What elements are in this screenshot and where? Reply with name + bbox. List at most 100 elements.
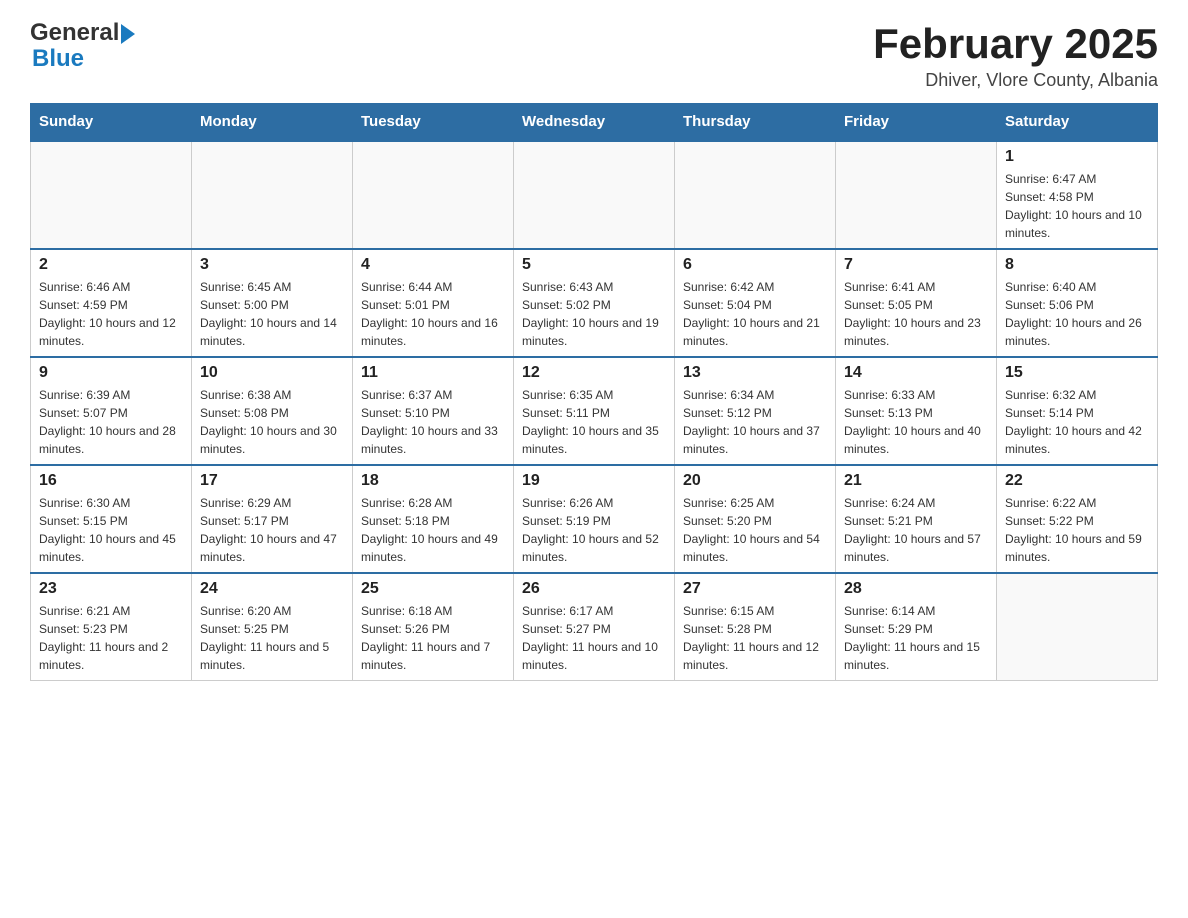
day-of-week-header: Tuesday [353,103,514,141]
day-sun-info: Sunrise: 6:35 AMSunset: 5:11 PMDaylight:… [522,386,666,458]
logo: General Blue [30,20,135,73]
day-number: 13 [683,364,827,382]
day-number: 3 [200,256,344,274]
logo-blue: Blue [32,46,135,72]
calendar-day-cell: 14 Sunrise: 6:33 AMSunset: 5:13 PMDayligh… [836,357,997,465]
day-number: 20 [683,472,827,490]
calendar-day-cell: 7 Sunrise: 6:41 AMSunset: 5:05 PMDaylight… [836,249,997,357]
calendar-day-cell [31,141,192,249]
calendar-day-cell: 2Sunrise: 6:46 AMSunset: 4:59 PMDaylight… [31,249,192,357]
day-number: 7 [844,256,988,274]
day-sun-info: Sunrise: 6:32 AMSunset: 5:14 PMDaylight:… [1005,386,1149,458]
calendar-week-row: 23 Sunrise: 6:21 AMSunset: 5:23 PMDayligh… [31,573,1158,681]
calendar-day-cell: 26 Sunrise: 6:17 AMSunset: 5:27 PMDayligh… [514,573,675,681]
calendar-day-cell: 3 Sunrise: 6:45 AMSunset: 5:00 PMDaylight… [192,249,353,357]
calendar-day-cell: 9 Sunrise: 6:39 AMSunset: 5:07 PMDaylight… [31,357,192,465]
day-number: 11 [361,364,505,382]
day-of-week-header: Saturday [997,103,1158,141]
day-number: 27 [683,580,827,598]
day-sun-info: Sunrise: 6:38 AMSunset: 5:08 PMDaylight:… [200,386,344,458]
day-of-week-header: Monday [192,103,353,141]
calendar-day-cell: 24 Sunrise: 6:20 AMSunset: 5:25 PMDayligh… [192,573,353,681]
calendar-day-cell: 25 Sunrise: 6:18 AMSunset: 5:26 PMDayligh… [353,573,514,681]
calendar-day-cell [514,141,675,249]
day-number: 6 [683,256,827,274]
day-number: 9 [39,364,183,382]
day-number: 15 [1005,364,1149,382]
calendar-day-cell: 16 Sunrise: 6:30 AMSunset: 5:15 PMDayligh… [31,465,192,573]
calendar-day-cell: 4 Sunrise: 6:44 AMSunset: 5:01 PMDaylight… [353,249,514,357]
day-sun-info: Sunrise: 6:42 AMSunset: 5:04 PMDaylight:… [683,278,827,350]
day-sun-info: Sunrise: 6:24 AMSunset: 5:21 PMDaylight:… [844,494,988,566]
calendar-day-cell: 21 Sunrise: 6:24 AMSunset: 5:21 PMDayligh… [836,465,997,573]
day-sun-info: Sunrise: 6:21 AMSunset: 5:23 PMDaylight:… [39,602,183,674]
logo-general: General [30,20,119,46]
calendar-week-row: 2Sunrise: 6:46 AMSunset: 4:59 PMDaylight… [31,249,1158,357]
day-number: 12 [522,364,666,382]
day-number: 1 [1005,148,1149,166]
day-sun-info: Sunrise: 6:14 AMSunset: 5:29 PMDaylight:… [844,602,988,674]
day-sun-info: Sunrise: 6:20 AMSunset: 5:25 PMDaylight:… [200,602,344,674]
calendar-header-row: SundayMondayTuesdayWednesdayThursdayFrid… [31,103,1158,141]
day-number: 21 [844,472,988,490]
day-sun-info: Sunrise: 6:43 AMSunset: 5:02 PMDaylight:… [522,278,666,350]
calendar-day-cell: 20Sunrise: 6:25 AMSunset: 5:20 PMDayligh… [675,465,836,573]
page-header: General Blue February 2025 Dhiver, Vlore… [30,20,1158,91]
calendar-day-cell: 22 Sunrise: 6:22 AMSunset: 5:22 PMDayligh… [997,465,1158,573]
calendar-day-cell: 23 Sunrise: 6:21 AMSunset: 5:23 PMDayligh… [31,573,192,681]
day-sun-info: Sunrise: 6:33 AMSunset: 5:13 PMDaylight:… [844,386,988,458]
day-sun-info: Sunrise: 6:45 AMSunset: 5:00 PMDaylight:… [200,278,344,350]
calendar-day-cell: 11 Sunrise: 6:37 AMSunset: 5:10 PMDayligh… [353,357,514,465]
calendar-day-cell: 13 Sunrise: 6:34 AMSunset: 5:12 PMDayligh… [675,357,836,465]
day-sun-info: Sunrise: 6:15 AMSunset: 5:28 PMDaylight:… [683,602,827,674]
day-sun-info: Sunrise: 6:17 AMSunset: 5:27 PMDaylight:… [522,602,666,674]
day-number: 14 [844,364,988,382]
day-number: 10 [200,364,344,382]
day-sun-info: Sunrise: 6:39 AMSunset: 5:07 PMDaylight:… [39,386,183,458]
calendar-week-row: 9 Sunrise: 6:39 AMSunset: 5:07 PMDaylight… [31,357,1158,465]
day-sun-info: Sunrise: 6:41 AMSunset: 5:05 PMDaylight:… [844,278,988,350]
calendar-day-cell: 5 Sunrise: 6:43 AMSunset: 5:02 PMDaylight… [514,249,675,357]
day-sun-info: Sunrise: 6:34 AMSunset: 5:12 PMDaylight:… [683,386,827,458]
calendar-day-cell: 10 Sunrise: 6:38 AMSunset: 5:08 PMDayligh… [192,357,353,465]
day-number: 28 [844,580,988,598]
day-number: 23 [39,580,183,598]
calendar-day-cell: 15 Sunrise: 6:32 AMSunset: 5:14 PMDayligh… [997,357,1158,465]
day-number: 16 [39,472,183,490]
calendar-day-cell [997,573,1158,681]
day-of-week-header: Wednesday [514,103,675,141]
day-number: 22 [1005,472,1149,490]
calendar-day-cell: 8 Sunrise: 6:40 AMSunset: 5:06 PMDaylight… [997,249,1158,357]
day-sun-info: Sunrise: 6:18 AMSunset: 5:26 PMDaylight:… [361,602,505,674]
day-number: 5 [522,256,666,274]
calendar-week-row: 1 Sunrise: 6:47 AMSunset: 4:58 PMDaylight… [31,141,1158,249]
calendar-title: February 2025 [873,20,1158,68]
day-sun-info: Sunrise: 6:29 AMSunset: 5:17 PMDaylight:… [200,494,344,566]
day-sun-info: Sunrise: 6:47 AMSunset: 4:58 PMDaylight:… [1005,170,1149,242]
calendar-day-cell [675,141,836,249]
day-number: 18 [361,472,505,490]
day-number: 25 [361,580,505,598]
title-block: February 2025 Dhiver, Vlore County, Alba… [873,20,1158,91]
day-number: 8 [1005,256,1149,274]
calendar-day-cell: 27 Sunrise: 6:15 AMSunset: 5:28 PMDayligh… [675,573,836,681]
day-number: 4 [361,256,505,274]
calendar-day-cell [192,141,353,249]
day-sun-info: Sunrise: 6:30 AMSunset: 5:15 PMDaylight:… [39,494,183,566]
day-number: 19 [522,472,666,490]
calendar-day-cell: 1 Sunrise: 6:47 AMSunset: 4:58 PMDaylight… [997,141,1158,249]
calendar-day-cell [353,141,514,249]
day-number: 26 [522,580,666,598]
day-sun-info: Sunrise: 6:28 AMSunset: 5:18 PMDaylight:… [361,494,505,566]
calendar-day-cell: 28 Sunrise: 6:14 AMSunset: 5:29 PMDayligh… [836,573,997,681]
day-of-week-header: Sunday [31,103,192,141]
day-sun-info: Sunrise: 6:37 AMSunset: 5:10 PMDaylight:… [361,386,505,458]
day-sun-info: Sunrise: 6:46 AMSunset: 4:59 PMDaylight:… [39,278,183,350]
day-sun-info: Sunrise: 6:44 AMSunset: 5:01 PMDaylight:… [361,278,505,350]
calendar-day-cell: 18 Sunrise: 6:28 AMSunset: 5:18 PMDayligh… [353,465,514,573]
logo-arrow-icon [121,24,135,44]
day-number: 24 [200,580,344,598]
day-sun-info: Sunrise: 6:40 AMSunset: 5:06 PMDaylight:… [1005,278,1149,350]
calendar-day-cell: 17Sunrise: 6:29 AMSunset: 5:17 PMDayligh… [192,465,353,573]
day-sun-info: Sunrise: 6:22 AMSunset: 5:22 PMDaylight:… [1005,494,1149,566]
